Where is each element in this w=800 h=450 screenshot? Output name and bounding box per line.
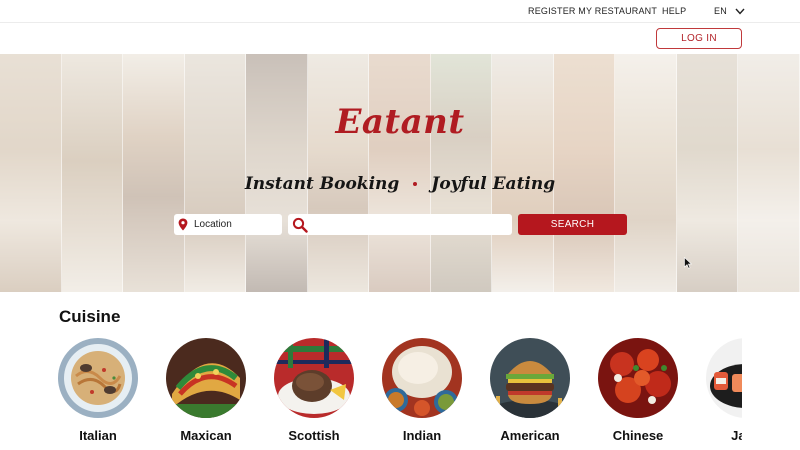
cuisine-label: Chinese <box>612 428 664 443</box>
location-pin-icon <box>178 218 188 231</box>
login-button[interactable]: LOG IN <box>656 28 742 49</box>
cuisine-card-american[interactable]: American <box>490 338 570 443</box>
hero-banner: Eatant Instant Booking Joyful Eating Loc… <box>0 54 800 292</box>
tagline-right: Joyful Eating <box>431 174 556 194</box>
cuisine-card-japanese[interactable]: Japa <box>706 338 742 443</box>
tagline: Instant Booking Joyful Eating <box>0 174 800 194</box>
cuisine-image-italian <box>58 338 138 418</box>
cuisine-label: Italian <box>79 428 117 443</box>
mouse-cursor-icon <box>684 257 692 269</box>
search-input[interactable] <box>288 214 512 235</box>
header-bar: LOG IN <box>0 22 800 54</box>
cuisine-label: American <box>500 428 560 443</box>
cuisine-image-mexican <box>166 338 246 418</box>
cuisine-image-scottish <box>274 338 354 418</box>
search-button[interactable]: SEARCH <box>518 214 627 235</box>
cuisine-carousel: Italian Maxican Scottish Indian American… <box>0 338 742 450</box>
cuisine-label: Scottish <box>288 428 340 443</box>
cuisine-image-japanese <box>706 338 742 418</box>
cuisine-label: Maxican <box>180 428 232 443</box>
cuisine-card-scottish[interactable]: Scottish <box>274 338 354 443</box>
cuisine-heading: Cuisine <box>59 307 121 326</box>
cuisine-image-chinese <box>598 338 678 418</box>
help-link[interactable]: HELP <box>662 6 686 16</box>
tagline-separator-dot <box>413 182 418 186</box>
chevron-down-icon <box>735 8 745 15</box>
top-utility-bar: REGISTER MY RESTAURANT HELP EN <box>0 0 800 22</box>
cuisine-label: Japa <box>731 428 742 443</box>
location-placeholder: Location <box>194 219 232 230</box>
language-selector[interactable]: EN <box>714 6 745 16</box>
cuisine-card-mexican[interactable]: Maxican <box>166 338 246 443</box>
cuisine-card-chinese[interactable]: Chinese <box>598 338 678 443</box>
search-bar: Location SEARCH <box>0 214 800 236</box>
location-input[interactable]: Location <box>174 214 282 235</box>
cuisine-label: Indian <box>402 428 442 443</box>
cuisine-card-indian[interactable]: Indian <box>382 338 462 443</box>
cuisine-image-indian <box>382 338 462 418</box>
register-restaurant-link[interactable]: REGISTER MY RESTAURANT <box>528 6 657 16</box>
search-icon <box>292 217 308 233</box>
language-label: EN <box>714 6 727 16</box>
cuisine-card-italian[interactable]: Italian <box>58 338 138 443</box>
tagline-left: Instant Booking <box>244 174 400 194</box>
cuisine-image-american <box>490 338 570 418</box>
brand-logo: Eatant <box>335 102 465 142</box>
